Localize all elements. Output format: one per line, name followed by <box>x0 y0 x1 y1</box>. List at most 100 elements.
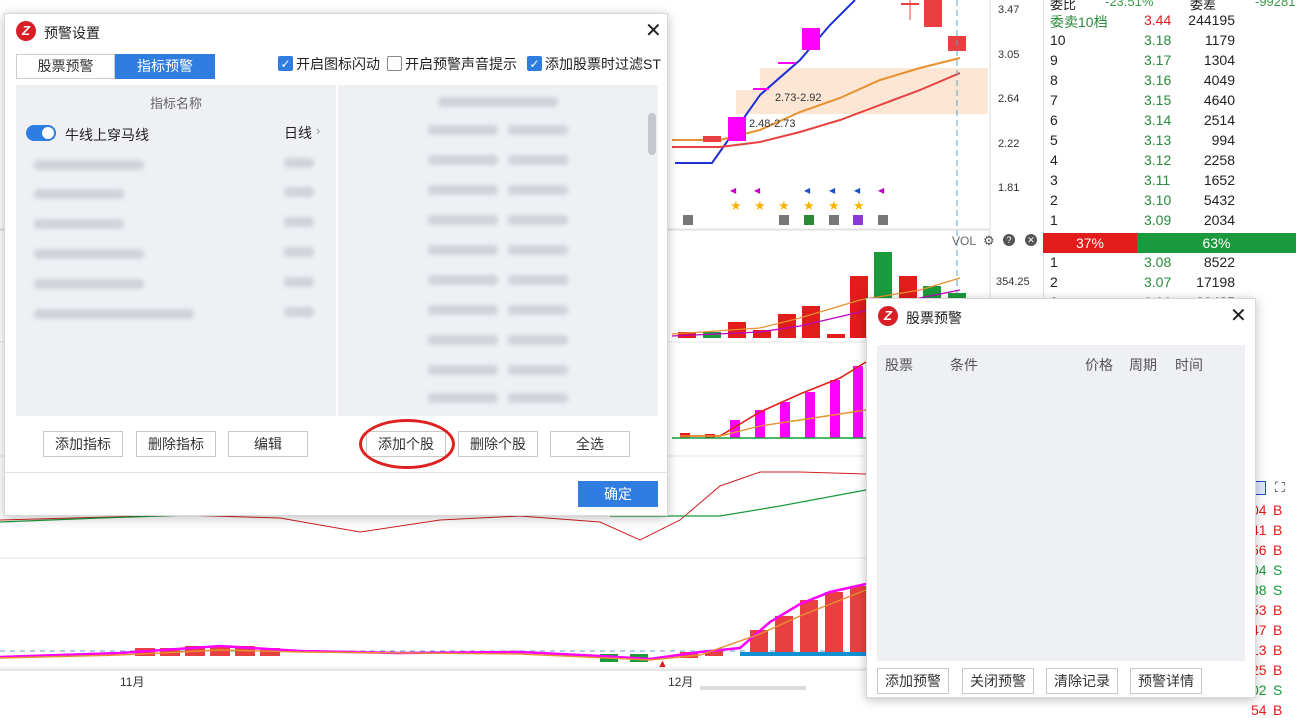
level-price: 3.11 <box>1144 172 1171 188</box>
level-volume: 17198 <box>1196 274 1235 290</box>
sell-ratio: 63% <box>1137 233 1296 253</box>
tick-volume: 54 <box>1251 702 1267 718</box>
alert-table <box>877 345 1245 661</box>
svg-text:◀: ◀ <box>730 186 737 195</box>
tick-side: S <box>1273 682 1283 698</box>
sound-alert-checkbox[interactable]: 开启预警声音提示 <box>387 55 517 73</box>
level-price: 3.08 <box>1144 254 1172 270</box>
level-volume: 994 <box>1211 132 1235 148</box>
close-icon[interactable]: ✕ <box>1025 234 1037 246</box>
tick-side: B <box>1273 662 1283 678</box>
level-price: 3.13 <box>1144 132 1172 148</box>
app-logo-icon: Z <box>16 21 36 41</box>
order-ratio-value: -23.51% <box>1105 0 1154 9</box>
sell-price: 3.44 <box>1144 12 1172 28</box>
alert-details-button[interactable]: 预警详情 <box>1130 668 1202 694</box>
scrollbar[interactable] <box>648 113 656 155</box>
level-number: 9 <box>1050 52 1058 68</box>
level-number: 10 <box>1050 32 1066 48</box>
dialog-title: 预警设置 <box>44 25 100 41</box>
stock-alert-dialog: Z 股票预警 ✕ 股票 条件 价格 周期 时间 添加预警 关闭预警 清除记录 预… <box>866 298 1256 698</box>
level-volume: 8522 <box>1203 254 1235 270</box>
svg-text:★: ★ <box>730 198 742 213</box>
price-axis-label: 3.47 <box>998 4 1020 16</box>
month-label: 12月 <box>668 675 694 689</box>
price-axis-label: 2.22 <box>998 138 1020 150</box>
delete-indicator-button[interactable]: 删除指标 <box>136 431 216 457</box>
tick-side: B <box>1273 522 1283 538</box>
chevron-right-icon: › <box>316 123 321 138</box>
level-number: 3 <box>1050 172 1058 188</box>
icon-flash-checkbox[interactable]: ✓ 开启图标闪动 <box>278 55 388 73</box>
sell-level-row: 10 3.18 1179 <box>1044 31 1296 51</box>
checkbox-label: 开启图标闪动 <box>296 56 380 72</box>
level-volume: 2258 <box>1203 152 1235 168</box>
tick-side: S <box>1273 562 1283 578</box>
tab-stock-alert[interactable]: 股票预警 <box>16 54 115 79</box>
price-axis-label: 1.81 <box>998 182 1020 194</box>
alert-settings-dialog: Z 预警设置 ✕ 股票预警 指标预警 ✓ 开启图标闪动 开启预警声音提示 ✓ 添… <box>4 13 668 516</box>
sell-level-row: 1 3.09 2034 <box>1044 211 1296 231</box>
buy-ratio: 37% <box>1043 233 1137 253</box>
indicator-row[interactable]: 牛线上穿马线 日线 › <box>16 121 336 145</box>
svg-text:★: ★ <box>828 198 840 213</box>
svg-text:◀: ◀ <box>804 186 811 195</box>
level-price: 3.15 <box>1144 92 1172 108</box>
svg-text:◀: ◀ <box>754 186 761 195</box>
volume-indicator-bar: VOL ⚙ ? ✕ <box>952 233 1042 250</box>
sell-level-row: 7 3.15 4640 <box>1044 91 1296 111</box>
toggle-switch[interactable] <box>26 125 56 141</box>
level-number: 2 <box>1050 192 1058 208</box>
add-indicator-button[interactable]: 添加指标 <box>43 431 123 457</box>
delete-stock-button[interactable]: 删除个股 <box>458 431 538 457</box>
level-volume: 1304 <box>1203 52 1235 68</box>
highlight-circle <box>359 419 455 469</box>
select-all-button[interactable]: 全选 <box>550 431 630 457</box>
confirm-button[interactable]: 确定 <box>578 481 658 507</box>
svg-text:★: ★ <box>778 198 790 213</box>
svg-text:★: ★ <box>754 198 766 213</box>
close-icon[interactable]: ✕ <box>1230 303 1247 328</box>
sell-level-row: 2 3.10 5432 <box>1044 191 1296 211</box>
stock-list <box>338 85 658 416</box>
level-price: 3.12 <box>1144 152 1172 168</box>
gear-icon[interactable]: ⚙ <box>983 233 995 249</box>
buy-level-row: 2 3.07 17198 <box>1044 273 1296 293</box>
svg-text:★: ★ <box>853 198 865 213</box>
sell-level-row: 3 3.11 1652 <box>1044 171 1296 191</box>
tab-indicator-alert[interactable]: 指标预警 <box>115 54 215 79</box>
order-book-header: 委比 -23.51% 委差 -99281 <box>1050 0 1296 12</box>
filter-st-checkbox[interactable]: ✓ 添加股票时过滤ST <box>527 55 661 73</box>
level-price: 3.10 <box>1144 192 1172 208</box>
help-icon[interactable]: ? <box>1003 234 1015 246</box>
close-icon[interactable]: ✕ <box>645 18 662 43</box>
sell-header-row: 委卖10档 3.44 244195 <box>1044 11 1296 31</box>
edit-button[interactable]: 编辑 <box>228 431 308 457</box>
sell-level-row: 6 3.14 2514 <box>1044 111 1296 131</box>
level-volume: 1179 <box>1204 32 1235 48</box>
level-price: 3.17 <box>1144 52 1172 68</box>
indicator-column-header: 指标名称 <box>149 96 202 111</box>
tick-side: B <box>1273 702 1283 718</box>
zone-label: 2.48-2.73 <box>749 118 796 130</box>
sell-level-row: 9 3.17 1304 <box>1044 51 1296 71</box>
clear-records-button[interactable]: 清除记录 <box>1046 668 1118 694</box>
expand-icon[interactable]: ⛶ <box>1275 479 1285 496</box>
panel-icons: ⛶ <box>1252 479 1296 497</box>
close-alert-button[interactable]: 关闭预警 <box>962 668 1034 694</box>
add-alert-button[interactable]: 添加预警 <box>877 668 949 694</box>
checkbox-label: 添加股票时过滤ST <box>545 56 661 72</box>
zone-label: 2.73-2.92 <box>775 92 822 104</box>
level-volume: 1652 <box>1203 172 1235 188</box>
level-price: 3.09 <box>1144 212 1172 228</box>
level-volume: 4640 <box>1203 92 1235 108</box>
level-price: 3.07 <box>1144 274 1172 290</box>
checkbox-label: 开启预警声音提示 <box>405 56 517 72</box>
indicator-list: 指标名称 牛线上穿马线 日线 › <box>16 85 336 416</box>
level-price: 3.18 <box>1144 32 1172 48</box>
level-volume: 5432 <box>1203 192 1235 208</box>
price-axis-label: 2.64 <box>998 93 1020 105</box>
sell-level-row: 5 3.13 994 <box>1044 131 1296 151</box>
level-number: 2 <box>1050 274 1058 290</box>
level-number: 5 <box>1050 132 1058 148</box>
